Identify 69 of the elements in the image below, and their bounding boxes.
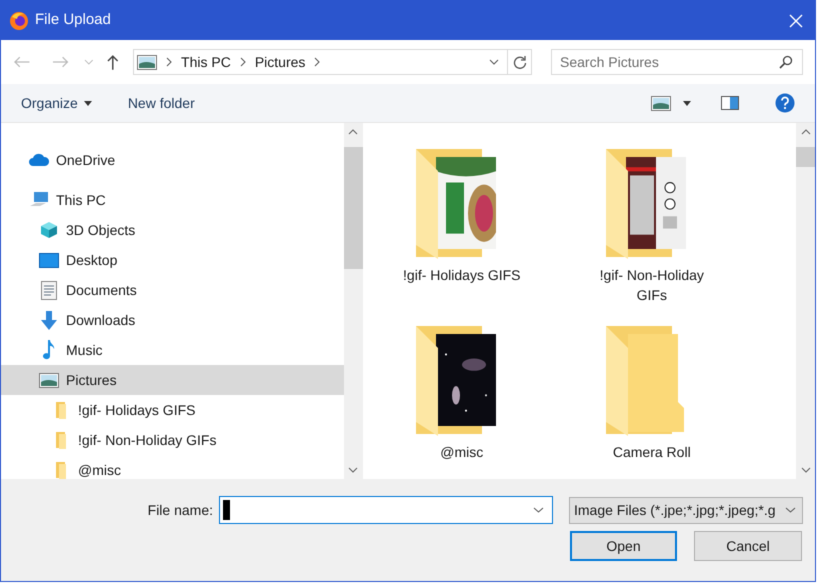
nav-item[interactable]: !gif- Holidays GIFS xyxy=(1,395,344,425)
text-cursor xyxy=(223,500,230,520)
scroll-down-icon[interactable] xyxy=(348,467,358,473)
file-type-dropdown[interactable]: Image Files (*.jpe;*.jpg;*.jpeg;*.g xyxy=(569,496,803,524)
nav-item[interactable]: Music xyxy=(1,335,344,365)
browser-logo-icon xyxy=(9,10,29,30)
file-name-field[interactable] xyxy=(219,496,553,524)
folder-label: !gif- Holidays GIFS xyxy=(402,266,522,285)
scroll-down-icon[interactable] xyxy=(800,467,811,473)
help-icon[interactable] xyxy=(775,93,795,113)
nav-item[interactable]: Downloads xyxy=(1,305,344,335)
nav-item[interactable]: OneDrive xyxy=(1,145,344,175)
folder-flap-icon xyxy=(414,326,440,436)
nav-item[interactable]: Documents xyxy=(1,275,344,305)
nav-item[interactable]: Pictures xyxy=(1,365,344,395)
folder-flap-icon xyxy=(604,149,630,259)
scroll-up-icon[interactable] xyxy=(800,129,811,135)
cloud-icon xyxy=(29,153,49,167)
computer-icon xyxy=(29,191,49,209)
chevron-down-icon[interactable] xyxy=(533,507,544,513)
folder-icon xyxy=(55,401,67,419)
chevron-down-icon xyxy=(785,507,796,513)
folder-label: @misc xyxy=(439,443,484,462)
preview-pane-icon[interactable] xyxy=(721,96,739,110)
folder-label: Camera Roll xyxy=(612,443,692,462)
address-bar[interactable]: This PC Pictures xyxy=(133,49,532,75)
document-icon xyxy=(41,280,57,300)
chevron-right-icon xyxy=(166,57,172,67)
scrollbar[interactable] xyxy=(796,123,816,479)
nav-item[interactable]: @misc xyxy=(1,455,344,479)
pictures-icon xyxy=(39,372,59,388)
folder-icon xyxy=(55,431,67,449)
breadcrumb[interactable]: Pictures xyxy=(254,52,306,72)
breadcrumb[interactable]: This PC xyxy=(181,52,231,72)
chevron-right-icon xyxy=(314,57,320,67)
down-arrow-icon xyxy=(40,310,58,330)
scrollbar[interactable] xyxy=(344,123,363,479)
folder-tile[interactable]: !gif- Holidays GIFS xyxy=(366,123,557,300)
scrollbar-thumb[interactable] xyxy=(344,147,363,269)
search-icon xyxy=(779,55,794,69)
cancel-button[interactable]: Cancel xyxy=(694,531,802,561)
chevron-right-icon xyxy=(240,57,246,67)
open-button[interactable]: Open xyxy=(570,531,677,561)
up-arrow-icon[interactable] xyxy=(107,54,120,70)
window-title: File Upload xyxy=(35,10,111,30)
nav-item[interactable]: Desktop xyxy=(1,245,344,275)
desktop-icon xyxy=(39,252,59,268)
pictures-icon xyxy=(651,96,671,110)
pictures-icon xyxy=(137,54,158,70)
scrollbar-thumb[interactable] xyxy=(796,147,816,167)
music-note-icon xyxy=(43,340,55,360)
nav-item[interactable]: 3D Objects xyxy=(1,215,344,245)
chevron-down-icon[interactable] xyxy=(489,59,500,65)
caret-icon[interactable] xyxy=(683,100,691,106)
folder-flap-icon xyxy=(604,326,630,436)
folder-icon xyxy=(55,461,67,479)
search-field[interactable]: Search Pictures xyxy=(551,49,804,75)
folder-flap-icon xyxy=(414,149,440,259)
nav-item[interactable]: This PC xyxy=(1,185,344,215)
caret-icon xyxy=(84,100,92,106)
refresh-icon xyxy=(512,55,527,69)
scroll-up-icon[interactable] xyxy=(348,129,358,135)
organize-button[interactable]: Organize xyxy=(21,92,92,114)
new-folder-button[interactable]: New folder xyxy=(128,92,195,114)
file-name-label: File name: xyxy=(148,500,213,520)
close-icon[interactable] xyxy=(789,14,803,28)
nav-item[interactable]: !gif- Non-Holiday GIFs xyxy=(1,425,344,455)
cube-icon xyxy=(40,221,58,239)
folder-tile[interactable]: @misc xyxy=(366,300,557,477)
